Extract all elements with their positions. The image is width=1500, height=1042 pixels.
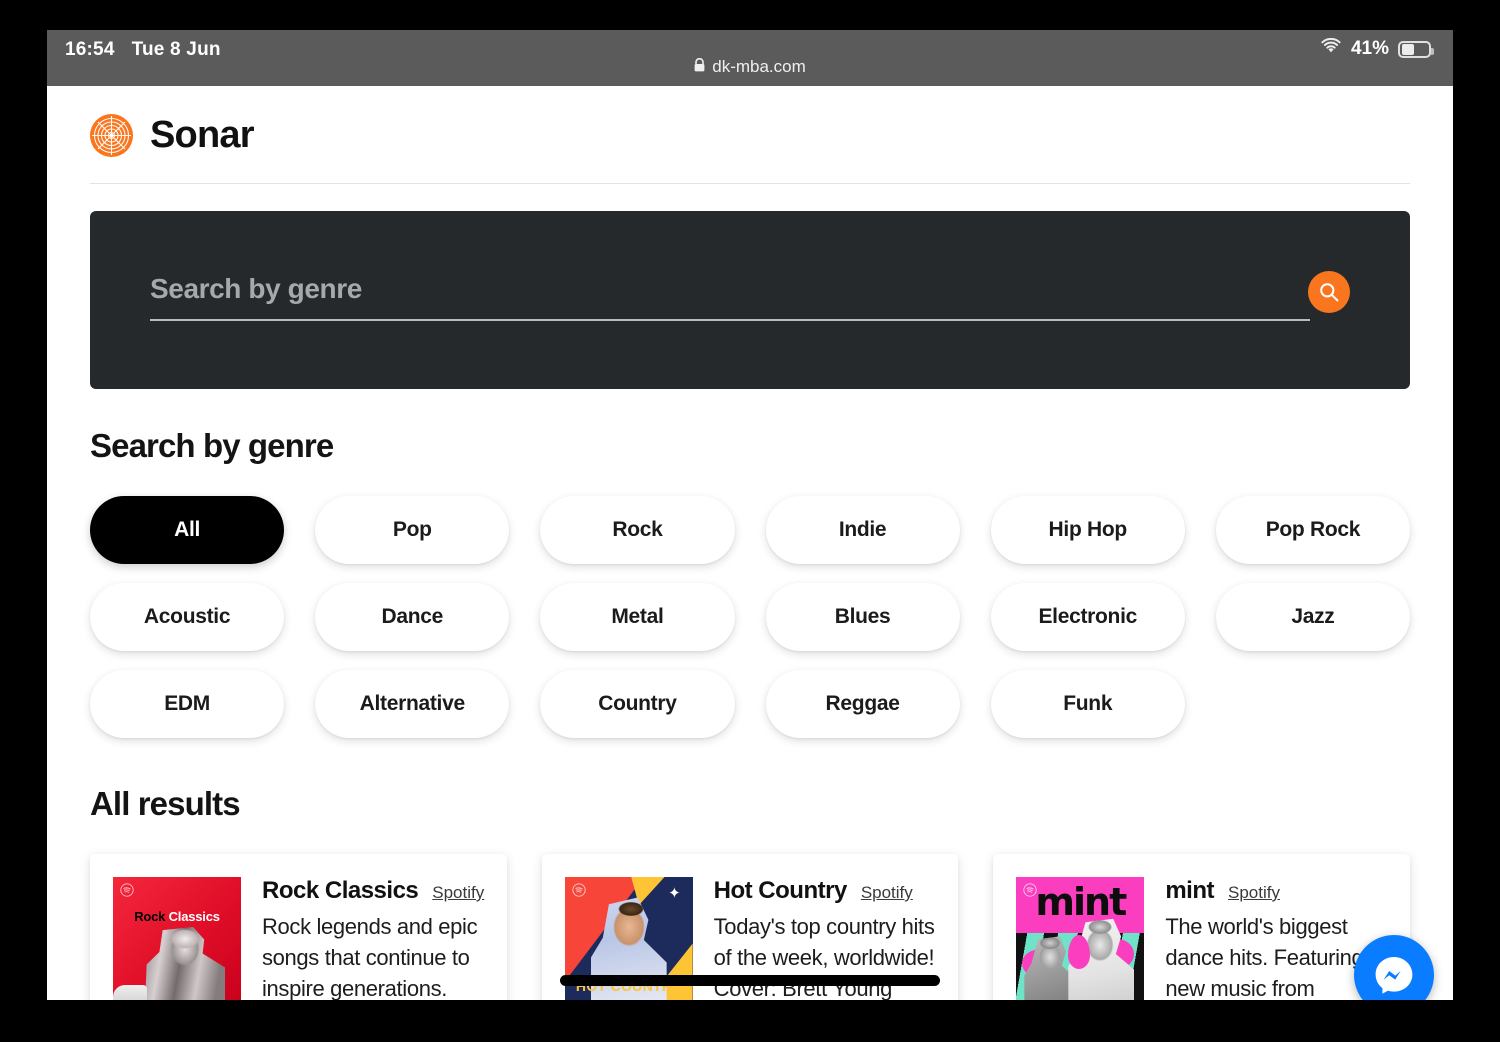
genre-chip-electronic[interactable]: Electronic (990, 583, 1185, 651)
battery-fill (1402, 43, 1414, 55)
device-frame: 16:54 Tue 8 Jun dk-mba.com 41% Sonar Sea… (0, 0, 1500, 1042)
search-icon (1320, 283, 1339, 302)
address-bar[interactable]: dk-mba.com (47, 57, 1453, 77)
address-bar-url: dk-mba.com (712, 57, 806, 76)
home-indicator (560, 975, 940, 986)
result-card-title: Rock Classics (262, 877, 419, 904)
genre-chip-jazz[interactable]: Jazz (1215, 583, 1410, 651)
result-card-title: Hot Country (713, 877, 848, 904)
messenger-icon (1375, 957, 1413, 994)
result-card-source-link[interactable]: Spotify (1228, 883, 1280, 903)
result-card-body: Rock Classics Spotify Rock legends and epi… (262, 877, 484, 1000)
site-header: Sonar (90, 86, 1410, 184)
genre-chip-hip-hop[interactable]: Hip Hop (990, 496, 1185, 564)
genre-chip-pop-rock[interactable]: Pop Rock (1215, 496, 1410, 564)
genre-chip-indie[interactable]: Indie (765, 496, 960, 564)
result-card-description: Today's top country hits of the week, wo… (713, 914, 935, 1000)
result-card-head: mint Spotify (1165, 877, 1387, 905)
spotify-icon (572, 883, 586, 897)
page-content: Sonar Search by genre All Pop Rock Indie Hip… (47, 86, 1453, 1000)
tablet-screen: 16:54 Tue 8 Jun dk-mba.com 41% Sonar Sea… (47, 30, 1453, 1000)
genre-chip-alternative[interactable]: Alternative (315, 670, 510, 738)
spotify-icon (120, 883, 134, 897)
star-icon: ✦ (668, 885, 681, 902)
search-button[interactable] (1308, 271, 1350, 313)
spotify-icon (1023, 883, 1037, 897)
wifi-icon (1320, 37, 1342, 60)
genre-section-title: Search by genre (90, 427, 334, 464)
genre-chip-dance[interactable]: Dance (315, 583, 510, 651)
search-input[interactable] (150, 273, 1310, 321)
result-card-head: Hot Country Spotify (714, 877, 936, 905)
battery-icon (1398, 40, 1434, 58)
result-card-source-link[interactable]: Spotify (432, 883, 484, 903)
battery-percent: 41% (1350, 38, 1389, 59)
result-card-head: Rock Classics Spotify (262, 877, 484, 905)
result-card[interactable]: mint mint Spotify The world's biggest danc… (993, 854, 1410, 1000)
genre-chip-pop[interactable]: Pop (315, 496, 510, 564)
genre-chip-funk[interactable]: Funk (990, 670, 1185, 738)
result-card-description: Rock legends and epic songs that continu… (262, 914, 478, 1000)
genre-chip-country[interactable]: Country (540, 670, 735, 738)
genre-chip-grid: All Pop Rock Indie Hip Hop Pop Rock Acoustic Da… (90, 496, 1410, 738)
result-card-description: The world's biggest dance hits. Featurin… (1165, 914, 1364, 1000)
spotify-icon (572, 883, 586, 897)
genre-chip-all[interactable]: All (90, 496, 285, 564)
genre-chip-edm[interactable]: EDM (90, 670, 285, 738)
search-panel (90, 211, 1410, 389)
genre-chip-rock[interactable]: Rock (540, 496, 735, 564)
genre-chip-metal[interactable]: Metal (540, 583, 735, 651)
lock-icon (694, 57, 705, 77)
genre-chip-reggae[interactable]: Reggae (765, 670, 960, 738)
album-art-mint: mint (1016, 877, 1145, 1000)
spotify-icon (120, 883, 134, 897)
status-bar: 16:54 Tue 8 Jun dk-mba.com 41% (47, 30, 1453, 86)
album-art-chair (113, 985, 147, 1000)
status-bar-right: 41% (1320, 37, 1434, 60)
result-card-source-link[interactable]: Spotify (861, 883, 913, 903)
sonar-radar-logo-icon (90, 114, 133, 157)
result-card-title: mint (1165, 877, 1214, 904)
album-art-title: Rock Classics (134, 909, 220, 924)
result-card[interactable]: Rock Classics Rock Classics Spotify Rock l… (90, 854, 507, 1000)
genre-chip-acoustic[interactable]: Acoustic (90, 583, 285, 651)
spotify-icon (1023, 883, 1037, 897)
album-art-photo (145, 927, 225, 1000)
results-section-title: All results (90, 785, 241, 822)
brand-name: Sonar (150, 114, 255, 156)
genre-chip-blues[interactable]: Blues (765, 583, 960, 651)
album-art-rock-classics: Rock Classics (113, 877, 241, 1000)
